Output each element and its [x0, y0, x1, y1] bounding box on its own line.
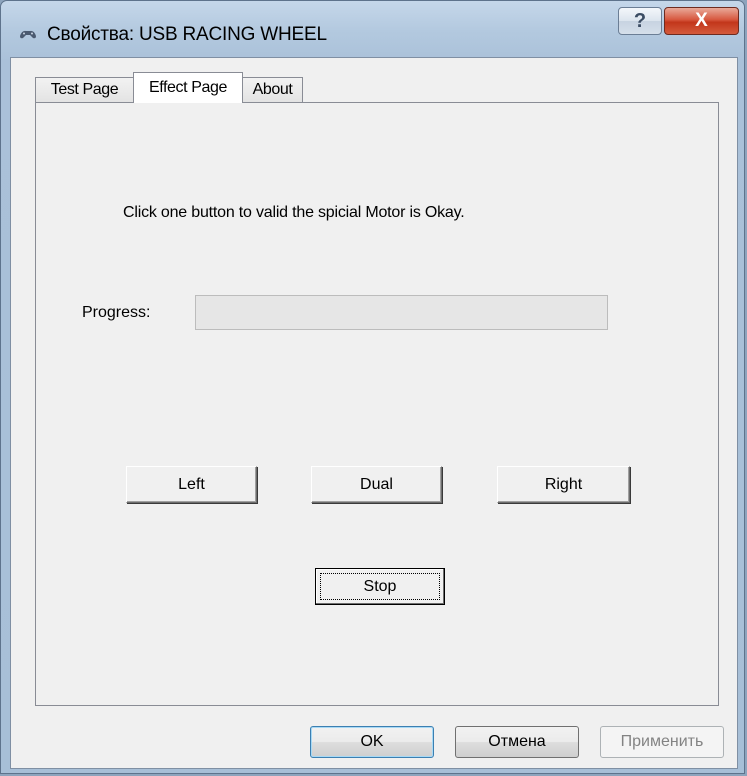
- properties-window: Свойства: USB RACING WHEEL ? X Test Page…: [0, 0, 745, 774]
- left-button[interactable]: Left: [126, 466, 257, 503]
- right-button[interactable]: Right: [497, 466, 630, 503]
- help-button[interactable]: ?: [618, 7, 662, 35]
- ok-button[interactable]: OK: [310, 726, 434, 758]
- dual-button[interactable]: Dual: [311, 466, 442, 503]
- help-icon: ?: [633, 9, 647, 32]
- tab-about[interactable]: About: [242, 77, 303, 102]
- tab-effect-page[interactable]: Effect Page: [133, 72, 243, 103]
- progress-bar: [195, 295, 608, 330]
- apply-button[interactable]: Применить: [600, 726, 724, 758]
- close-icon: X: [695, 10, 708, 31]
- game-controller-icon: [20, 30, 36, 39]
- focus-ring: [320, 573, 440, 600]
- dialog-body: Test Page Effect Page About Click one bu…: [10, 57, 738, 769]
- tab-test-page[interactable]: Test Page: [35, 77, 134, 102]
- stop-button[interactable]: Stop: [315, 568, 445, 605]
- effect-page-panel: Click one button to valid the spicial Mo…: [35, 102, 719, 706]
- close-button[interactable]: X: [664, 7, 739, 35]
- cancel-button[interactable]: Отмена: [455, 726, 579, 758]
- window-title: Свойства: USB RACING WHEEL: [47, 24, 327, 45]
- progress-label: Progress:: [82, 304, 151, 321]
- title-bar[interactable]: Свойства: USB RACING WHEEL ? X: [1, 1, 744, 63]
- instruction-text: Click one button to valid the spicial Mo…: [123, 204, 465, 221]
